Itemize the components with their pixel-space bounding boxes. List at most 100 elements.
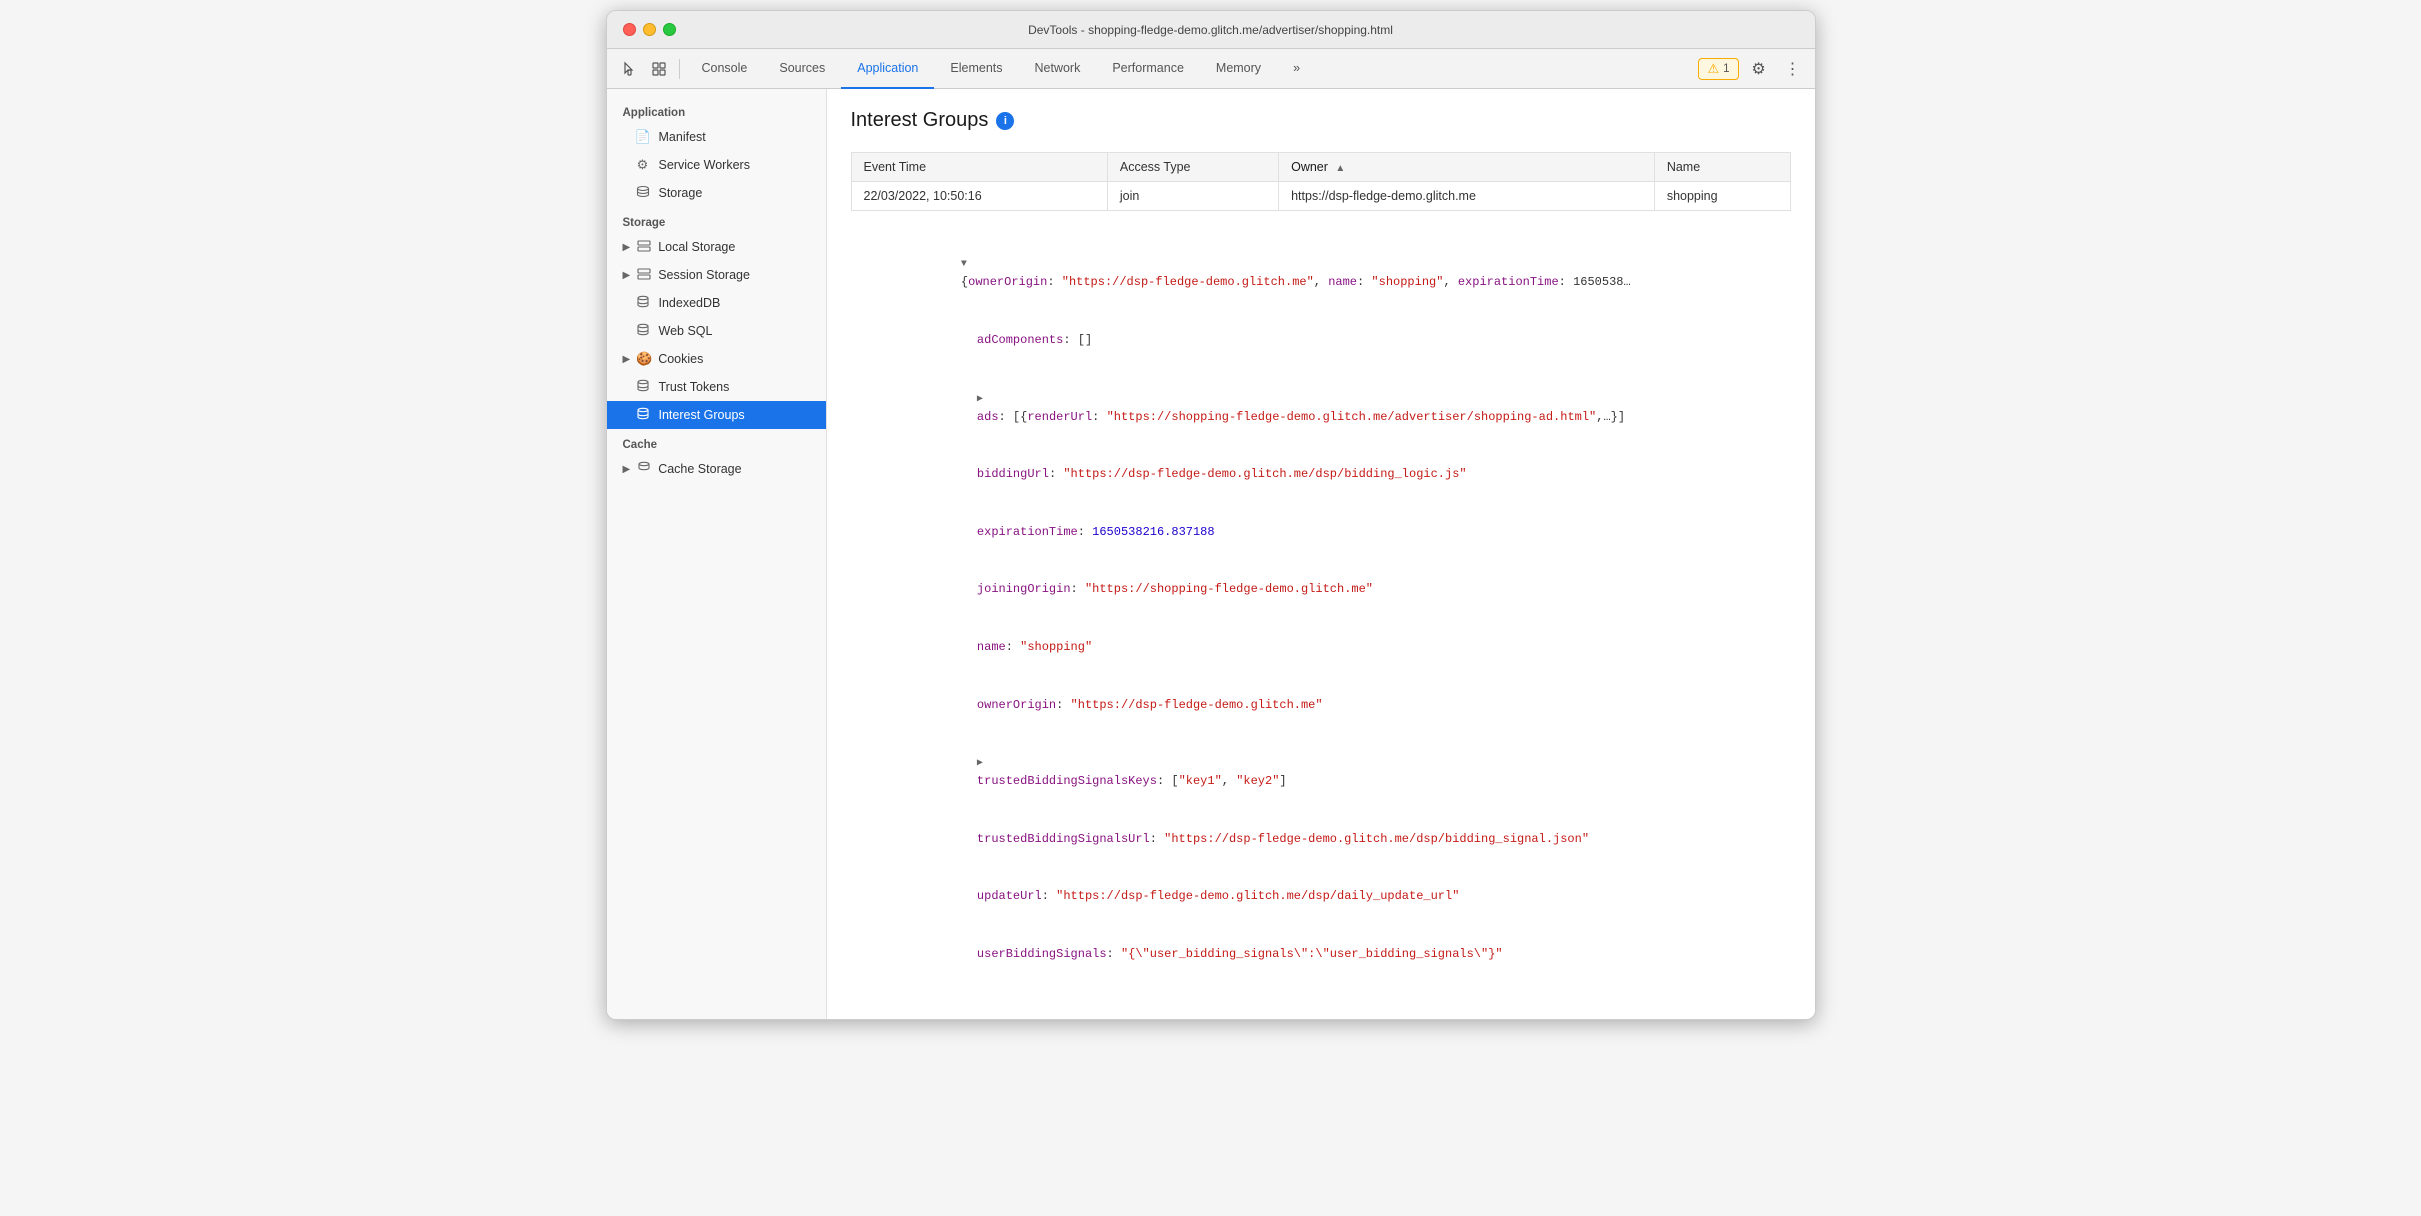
cell-owner: https://dsp-fledge-demo.glitch.me (1279, 182, 1655, 211)
interest-groups-section: Interest Groups i Event Time Access Type (827, 89, 1815, 1019)
maximize-button[interactable] (663, 23, 676, 36)
json-line: updateUrl: "https://dsp-fledge-demo.glit… (875, 868, 1767, 926)
cursor-icon-button[interactable] (615, 55, 643, 83)
window-title: DevTools - shopping-fledge-demo.glitch.m… (1028, 23, 1393, 37)
settings-icon: ⚙ (1751, 59, 1765, 79)
more-icon: ⋮ (1785, 59, 1801, 79)
expand-arrow-icon[interactable]: ▶ (977, 394, 983, 405)
col-name[interactable]: Name (1654, 153, 1790, 182)
ig-title: Interest Groups i (851, 109, 1791, 132)
sidebar-item-label: Manifest (659, 130, 706, 144)
tab-sources[interactable]: Sources (763, 50, 841, 89)
tab-performance[interactable]: Performance (1096, 50, 1200, 89)
tab-elements[interactable]: Elements (934, 50, 1018, 89)
toolbar-divider (679, 59, 680, 79)
table-row[interactable]: 22/03/2022, 10:50:16 join https://dsp-fl… (851, 182, 1790, 211)
json-line: biddingUrl: "https://dsp-fledge-demo.gli… (875, 446, 1767, 504)
devtools-window: DevTools - shopping-fledge-demo.glitch.m… (606, 10, 1816, 1020)
local-storage-icon (636, 240, 652, 255)
storage-icon (635, 185, 651, 202)
tab-application[interactable]: Application (841, 50, 934, 89)
sidebar-item-session-storage[interactable]: ▶ Session Storage (607, 261, 826, 289)
web-sql-icon (635, 323, 651, 340)
toolbar-right: ⚠ 1 ⚙ ⋮ (1698, 55, 1806, 83)
sidebar: Application 📄 Manifest ⚙ Service Workers… (607, 89, 827, 1019)
expand-arrow-icon: ▶ (623, 354, 631, 365)
col-owner[interactable]: Owner ▲ (1279, 153, 1655, 182)
json-line: ▼ {ownerOrigin: "https://dsp-fledge-demo… (875, 235, 1767, 312)
sidebar-item-indexed-db[interactable]: IndexedDB (607, 289, 826, 317)
sidebar-item-label: Storage (659, 186, 703, 200)
sidebar-section-cache: Cache (607, 429, 826, 455)
sidebar-item-manifest[interactable]: 📄 Manifest (607, 123, 826, 151)
info-icon[interactable]: i (996, 112, 1014, 130)
manifest-icon: 📄 (635, 129, 651, 145)
session-storage-icon (636, 268, 652, 283)
more-button[interactable]: ⋮ (1779, 55, 1807, 83)
right-panel: Interest Groups i Event Time Access Type (827, 89, 1815, 1019)
collapse-arrow[interactable]: ▼ (961, 259, 967, 270)
cookies-icon: 🍪 (636, 351, 652, 367)
sidebar-item-local-storage[interactable]: ▶ Local Storage (607, 233, 826, 261)
toolbar-tabs: Console Sources Application Elements Net… (686, 49, 1697, 88)
col-access-type[interactable]: Access Type (1107, 153, 1278, 182)
json-line: name: "shopping" (875, 619, 1767, 677)
sort-arrow-icon: ▲ (1335, 163, 1345, 174)
tab-console[interactable]: Console (686, 50, 764, 89)
json-line: ownerOrigin: "https://dsp-fledge-demo.gl… (875, 676, 1767, 734)
tab-network[interactable]: Network (1019, 50, 1097, 89)
sidebar-item-label: Cookies (658, 352, 703, 366)
toolbar: Console Sources Application Elements Net… (607, 49, 1815, 89)
sidebar-item-label: Local Storage (658, 240, 735, 254)
settings-button[interactable]: ⚙ (1745, 55, 1773, 83)
trust-tokens-icon (635, 379, 651, 396)
sidebar-item-label: Interest Groups (659, 408, 745, 422)
service-workers-icon: ⚙ (635, 157, 651, 173)
sidebar-section-storage: Storage (607, 207, 826, 233)
title-bar: DevTools - shopping-fledge-demo.glitch.m… (607, 11, 1815, 49)
minimize-button[interactable] (643, 23, 656, 36)
sidebar-item-trust-tokens[interactable]: Trust Tokens (607, 373, 826, 401)
sidebar-item-cookies[interactable]: ▶ 🍪 Cookies (607, 345, 826, 373)
indexed-db-icon (635, 295, 651, 312)
expand-arrow-icon[interactable]: ▶ (977, 758, 983, 769)
sidebar-item-label: Web SQL (659, 324, 713, 338)
sidebar-item-label: Cache Storage (658, 462, 741, 476)
main-content: Application 📄 Manifest ⚙ Service Workers… (607, 89, 1815, 1019)
table-header-row: Event Time Access Type Owner ▲ Name (851, 153, 1790, 182)
sidebar-item-web-sql[interactable]: Web SQL (607, 317, 826, 345)
sidebar-section-application: Application (607, 97, 826, 123)
json-line: userBiddingSignals: "{\"user_bidding_sig… (875, 926, 1767, 984)
tab-memory[interactable]: Memory (1200, 50, 1277, 89)
expand-arrow-icon: ▶ (623, 270, 631, 281)
json-line: trustedBiddingSignalsUrl: "https://dsp-f… (875, 811, 1767, 869)
warning-icon: ⚠ (1707, 61, 1719, 77)
cache-storage-icon (636, 461, 652, 478)
sidebar-item-interest-groups[interactable]: Interest Groups (607, 401, 826, 429)
interest-groups-icon (635, 407, 651, 424)
json-line: adComponents: [] (875, 312, 1767, 370)
json-line: expirationTime: 1650538216.837188 (875, 504, 1767, 562)
warning-badge[interactable]: ⚠ 1 (1698, 58, 1738, 80)
json-line[interactable]: ▶ ads: [{renderUrl: "https://shopping-fl… (875, 369, 1767, 446)
json-line: joiningOrigin: "https://shopping-fledge-… (875, 561, 1767, 619)
sidebar-item-label: Service Workers (659, 158, 750, 172)
sidebar-item-label: Trust Tokens (659, 380, 730, 394)
cell-name: shopping (1654, 182, 1790, 211)
col-event-time[interactable]: Event Time (851, 153, 1107, 182)
sidebar-item-cache-storage[interactable]: ▶ Cache Storage (607, 455, 826, 483)
cell-access-type: join (1107, 182, 1278, 211)
sidebar-item-label: Session Storage (658, 268, 750, 282)
sidebar-item-service-workers[interactable]: ⚙ Service Workers (607, 151, 826, 179)
json-line[interactable]: ▶ trustedBiddingSignalsKeys: ["key1", "k… (875, 734, 1767, 811)
ig-title-text: Interest Groups (851, 109, 989, 132)
traffic-lights (623, 23, 676, 36)
sidebar-item-storage-app[interactable]: Storage (607, 179, 826, 207)
close-button[interactable] (623, 23, 636, 36)
tab-more[interactable]: » (1277, 50, 1316, 89)
inspect-icon-button[interactable] (645, 55, 673, 83)
sidebar-item-label: IndexedDB (659, 296, 721, 310)
json-detail-viewer: ▼ {ownerOrigin: "https://dsp-fledge-demo… (851, 227, 1791, 999)
interest-groups-table: Event Time Access Type Owner ▲ Name (851, 152, 1791, 211)
expand-arrow-icon: ▶ (623, 242, 631, 253)
